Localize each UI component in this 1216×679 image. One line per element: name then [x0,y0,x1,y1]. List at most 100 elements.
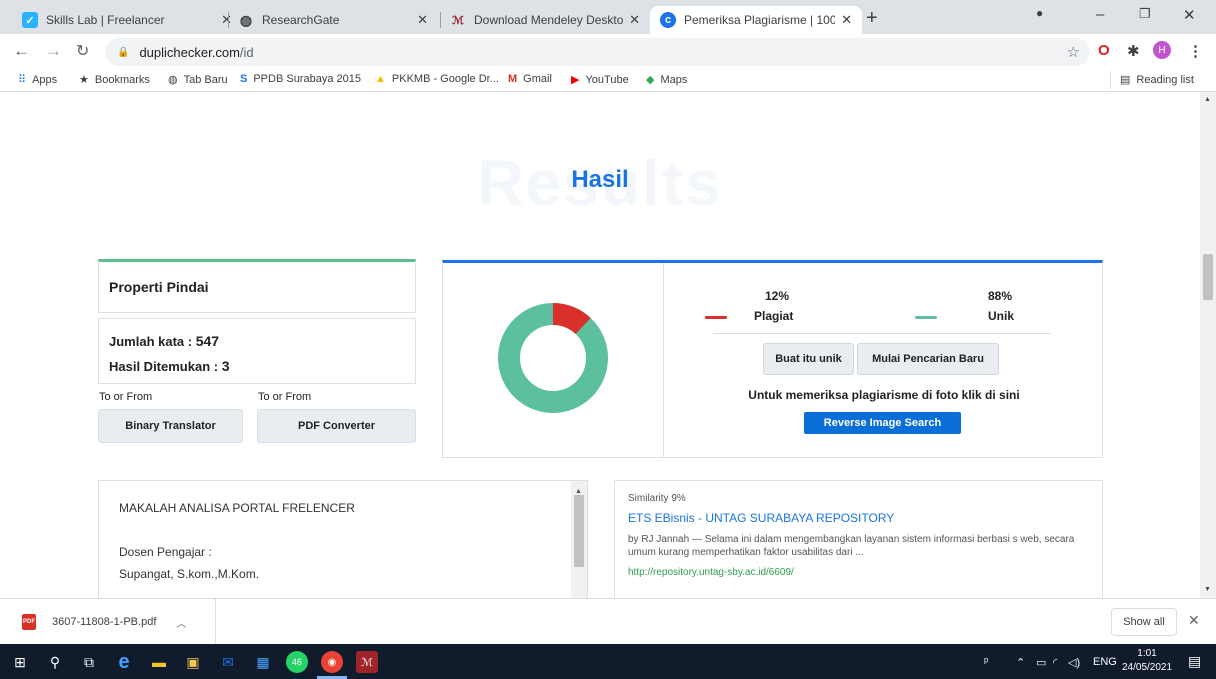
url-path: /id [239,44,254,60]
download-item[interactable]: PDF 3607-11808-1-PB.pdf ︿ [0,599,216,645]
bookmarks-bar: ⠿ Apps ★ Bookmarks ◍ Tab Baru S PPDB Surabay… [0,68,1216,92]
language-indicator[interactable]: ENG [1093,656,1117,668]
windows-start-icon[interactable]: ⊞ [9,651,31,673]
profile-avatar[interactable]: H [1153,41,1171,59]
text-area-scrollbar[interactable]: ▲ [571,481,587,598]
result-divider [663,263,664,458]
close-tab-icon[interactable]: ✕ [417,12,428,28]
bookmark-label: Apps [32,73,58,86]
apps-grid-icon: ⠿ [18,74,27,86]
opera-extension-icon[interactable]: O [1098,42,1110,59]
back-icon[interactable]: ← [13,41,30,61]
similarity-source-link[interactable]: ETS EBisnis - UNTAG SURABAYA REPOSITORY [628,511,1089,525]
reload-icon[interactable]: ↻ [76,41,89,61]
photo-plagiarism-note: Untuk memeriksa plagiarisme di foto klik… [748,388,1020,402]
youtube-icon: ▶ [571,74,580,86]
bookmark-label: Maps [660,73,688,86]
start-new-search-button[interactable]: Mulai Pencarian Baru [857,343,999,375]
tab-duplichecker[interactable]: c Pemeriksa Plagiarisme | 100% Gr ✕ [650,6,862,34]
bookmark-gmail[interactable]: M Gmail [508,73,552,85]
wifi-icon[interactable]: ◜ [1053,656,1057,669]
bookmark-maps[interactable]: ◆ Maps [646,73,688,87]
volume-icon[interactable]: ◁) [1068,656,1080,669]
file-explorer-icon[interactable]: ▬ [148,651,170,673]
restore-icon[interactable]: ❐ [1139,6,1151,22]
scroll-up-arrow-icon[interactable]: ▲ [1204,96,1211,103]
document-text-area[interactable]: MAKALAH ANALISA PORTAL FRELENCER Dosen P… [98,480,588,598]
ppdb-favicon-icon: S [240,73,248,85]
bookmark-ppdb[interactable]: S PPDB Surabaya 2015 [240,73,361,85]
bookmark-label: PKKMB - Google Dr... [391,73,499,85]
page-scrollbar[interactable]: ▲ ▼ [1200,92,1216,598]
make-it-unique-button[interactable]: Buat itu unik [763,343,854,375]
bookmark-bookmarks[interactable]: ★ Bookmarks [79,73,150,87]
reading-list-button[interactable]: ▤ Reading list [1120,73,1194,87]
lock-icon: 🔒 [117,46,130,58]
chrome-icon[interactable]: ◉ [321,651,343,673]
notification-badge: 46 [291,657,302,667]
plagiarism-donut-chart [498,303,608,413]
notifications-icon[interactable]: ▤ [1188,653,1201,670]
word-count-value: 547 [195,333,220,349]
plagiarism-percent: 12% [765,289,790,303]
battery-icon[interactable]: ▭ [1036,656,1046,669]
extensions-puzzle-icon[interactable]: ✱ [1127,42,1140,60]
window-close-icon[interactable]: ✕ [1183,6,1196,24]
reverse-image-search-button[interactable]: Reverse Image Search [804,412,961,434]
tray-expand-icon[interactable]: ⌃ [1016,656,1025,669]
chevron-up-icon[interactable]: ︿ [176,615,186,630]
page-scrollbar-thumb[interactable] [1203,254,1213,300]
bookmark-label: PPDB Surabaya 2015 [253,73,361,85]
show-all-button[interactable]: Show all [1111,608,1177,636]
bookmark-label: YouTube [585,73,629,86]
close-tab-icon[interactable]: ✕ [841,12,852,28]
bookmark-star-icon[interactable]: ☆ [1067,43,1080,61]
similarity-result-card: Similarity 9% ETS EBisnis - UNTAG SURABA… [614,480,1103,598]
forward-icon[interactable]: → [45,41,62,61]
scrollbar-thumb[interactable] [574,495,584,567]
binary-translator-button[interactable]: Binary Translator [98,409,243,443]
bookmark-label: Tab Baru [183,73,228,86]
unique-legend-swatch [915,316,937,319]
unique-label: Unik [988,309,1015,323]
tab-mendeley[interactable]: ℳ Download Mendeley Desktop for ✕ [440,6,650,34]
pdf-converter-button[interactable]: PDF Converter [257,409,416,443]
bookmark-apps[interactable]: ⠿ Apps [18,73,58,87]
close-downloads-icon[interactable]: ✕ [1188,612,1200,629]
minimize-icon[interactable]: – [1096,6,1104,23]
address-bar[interactable]: 🔒 duplichecker.com/id ☆ [105,38,1090,66]
pdf-file-icon: PDF [22,614,36,630]
mendeley-icon[interactable]: ℳ [356,651,378,673]
results-found-value: 3 [221,358,230,374]
menu-kebab-icon[interactable]: ⋮ [1188,42,1203,60]
downloads-bar: PDF 3607-11808-1-PB.pdf ︿ Show all ✕ [0,598,1216,645]
bookmark-youtube[interactable]: ▶ YouTube [571,73,629,87]
tab-freelancer[interactable]: ✓ Skills Lab | Freelancer ✕ [12,6,242,34]
close-tab-icon[interactable]: ✕ [629,12,640,28]
duplichecker-favicon-icon: c [660,12,676,28]
similarity-url-link[interactable]: http://repository.untag-sby.ac.id/6609/ [628,567,1089,578]
photos-icon[interactable]: ▦ [252,651,274,673]
bookmark-tab-baru[interactable]: ◍ Tab Baru [168,73,228,87]
bookmark-pkkmb[interactable]: ▲ PKKMB - Google Dr... [375,73,499,85]
bookmark-label: Gmail [523,73,552,85]
whatsapp-icon[interactable]: 46 [286,651,308,673]
bookmark-label: Bookmarks [94,73,150,86]
new-tab-icon[interactable]: + [866,7,878,30]
tab-researchgate[interactable]: ◍ ResearchGate ✕ [228,6,438,34]
maps-pin-icon: ◆ [646,74,655,86]
store-icon[interactable]: ▣ [182,651,204,673]
search-icon[interactable]: ⚲ [44,651,66,673]
system-clock[interactable]: 1:01 24/05/2021 [1122,647,1172,675]
freelancer-favicon-icon: ✓ [22,12,38,28]
task-view-icon[interactable]: ⧉ [78,651,100,673]
toolbar: ← → ↻ 🔒 duplichecker.com/id ☆ O ✱ H ⋮ [0,34,1216,68]
edge-icon[interactable]: e [113,651,135,673]
scan-properties-title: Properti Pindai [98,259,416,313]
mail-icon[interactable]: ✉ [217,651,239,673]
tab-search-icon[interactable]: ● [1036,6,1043,20]
globe-icon: ◍ [239,11,253,28]
scroll-down-arrow-icon[interactable]: ▼ [1204,586,1211,593]
people-icon[interactable]: ᵖ [984,656,988,668]
page-heading: Hasil [571,166,629,193]
